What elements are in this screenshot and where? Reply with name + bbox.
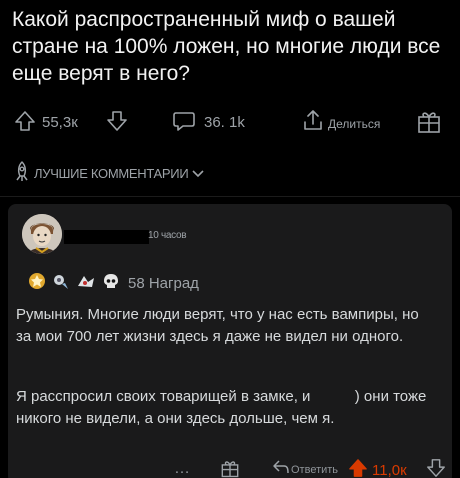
gold-award-icon	[28, 272, 46, 295]
reply-button[interactable]: Ответить	[291, 464, 338, 476]
award-icon[interactable]	[416, 108, 442, 139]
rocket-icon	[12, 160, 32, 187]
awards-count: 58 Наград	[128, 275, 199, 292]
share-label[interactable]: Делиться	[328, 117, 380, 131]
post-score: 55,3к	[42, 114, 78, 131]
sort-label: ЛУЧШИЕ КОММЕНТАРИИ	[34, 166, 189, 181]
comment-card: 10 часов 58 Наград Румыния. Многие люди …	[8, 204, 452, 478]
comment-score: 11,0к	[372, 462, 407, 478]
wholesome-award-icon	[76, 272, 96, 295]
sort-dropdown[interactable]: ЛУЧШИЕ КОММЕНТАРИИ	[12, 160, 204, 187]
more-options-button[interactable]: …	[174, 460, 191, 478]
comment-paragraph: Я расспросил своих товарищей в замке, и …	[16, 388, 427, 427]
awards-row[interactable]: 58 Наград	[28, 272, 199, 295]
upvote-icon[interactable]	[14, 110, 36, 137]
comment-time: 10 часов	[148, 230, 187, 241]
reply-icon[interactable]	[272, 459, 290, 478]
username-redacted	[64, 230, 149, 244]
comment-footer: … Ответить 11,0к	[8, 456, 452, 478]
upvote-icon[interactable]	[348, 458, 368, 478]
post-actions: 55,3к 36. 1k Делиться	[10, 108, 454, 136]
award-icon[interactable]	[220, 458, 240, 478]
skull-award-icon	[102, 272, 120, 295]
post-title: Какой распространенный миф о вашей стран…	[12, 8, 441, 85]
comment-paragraph: Румыния. Многие люди верят, что у нас ес…	[16, 306, 419, 345]
chevron-down-icon	[192, 165, 204, 183]
comments-count: 36. 1k	[204, 114, 245, 131]
downvote-icon[interactable]	[426, 458, 446, 478]
downvote-icon[interactable]	[106, 110, 128, 137]
comment-icon[interactable]	[172, 110, 196, 137]
avatar[interactable]	[22, 214, 62, 254]
divider	[0, 196, 460, 197]
helpful-award-icon	[52, 272, 70, 295]
share-icon[interactable]	[302, 108, 324, 137]
